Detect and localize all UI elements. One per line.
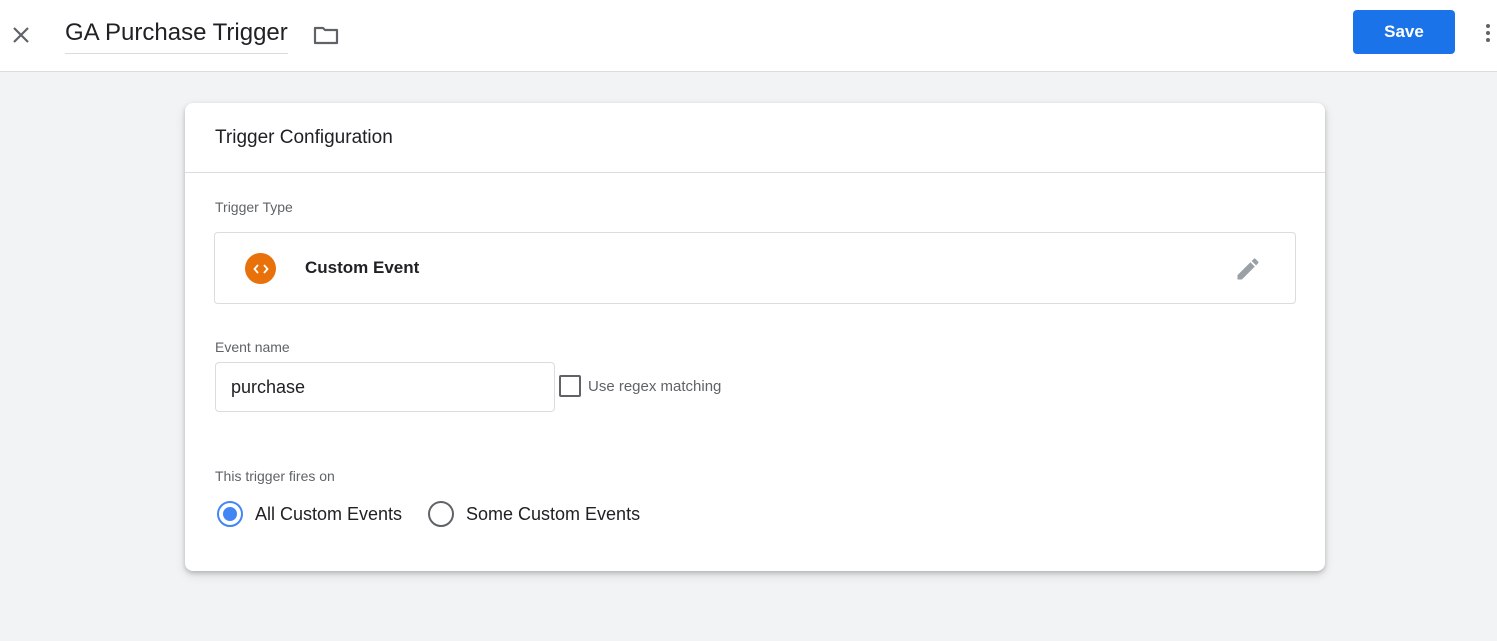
fires-on-label: This trigger fires on: [215, 468, 335, 484]
more-vert-icon-dot: [1486, 38, 1490, 42]
radio-button[interactable]: [428, 501, 454, 527]
folder-button[interactable]: [311, 22, 341, 48]
radio-button-selected[interactable]: [217, 501, 243, 527]
more-vert-icon-dot: [1486, 24, 1490, 28]
radio-some-custom-events[interactable]: Some Custom Events: [428, 501, 640, 527]
radio-label: Some Custom Events: [466, 504, 640, 525]
folder-icon: [313, 25, 339, 45]
code-brackets-icon: [245, 253, 276, 284]
event-name-input[interactable]: [215, 362, 555, 412]
regex-checkbox[interactable]: [559, 375, 581, 397]
save-button[interactable]: Save: [1353, 10, 1455, 54]
top-bar: GA Purchase Trigger Save: [0, 0, 1497, 72]
radio-all-custom-events[interactable]: All Custom Events: [217, 501, 402, 527]
close-icon: [11, 25, 31, 45]
regex-checkbox-label: Use regex matching: [588, 378, 721, 395]
event-name-label: Event name: [215, 339, 290, 355]
trigger-configuration-card: Trigger Configuration Trigger Type Custo…: [185, 103, 1325, 571]
more-vert-icon-dot: [1486, 31, 1490, 35]
trigger-name-field[interactable]: GA Purchase Trigger: [65, 17, 288, 54]
pencil-icon[interactable]: [1234, 255, 1262, 283]
trigger-type-label: Trigger Type: [215, 199, 293, 215]
trigger-type-name: Custom Event: [305, 258, 419, 278]
close-button[interactable]: [6, 20, 36, 50]
card-title: Trigger Configuration: [185, 103, 1325, 173]
radio-label: All Custom Events: [255, 504, 402, 525]
trigger-type-selector[interactable]: Custom Event: [214, 232, 1296, 304]
more-options-button[interactable]: [1478, 18, 1497, 48]
